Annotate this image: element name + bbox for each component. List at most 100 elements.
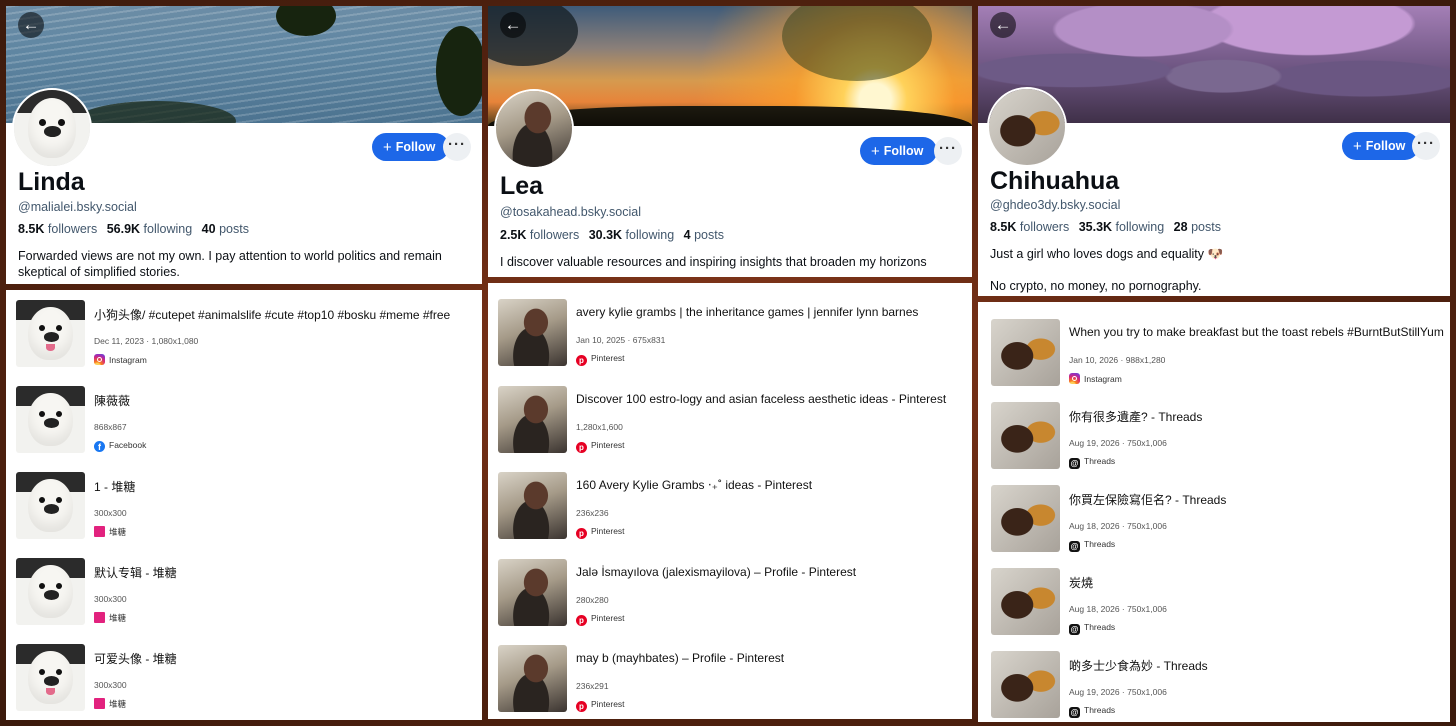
more-options-button[interactable]: ··· (934, 137, 962, 165)
plus-icon: + (1353, 138, 1362, 155)
result-thumbnail[interactable] (498, 472, 567, 539)
following-link[interactable]: 56.9K following (107, 222, 192, 236)
pinterest-icon: p (576, 442, 587, 453)
threads-icon: @ (1069, 458, 1080, 469)
result-title[interactable]: 你有很多遺產? - Threads (1069, 408, 1444, 425)
image-search-results: When you try to make breakfast but the t… (978, 302, 1450, 722)
result-source: 堆糖 (94, 526, 126, 538)
result-meta: Jan 10, 2025 · 675x831 (576, 335, 666, 345)
result-source: @ Threads (1069, 456, 1116, 469)
profile-handle: @ghdeo3dy.bsky.social (990, 198, 1121, 212)
list-item[interactable]: When you try to make breakfast but the t… (991, 319, 1444, 389)
followers-link[interactable]: 8.5K followers (18, 222, 97, 236)
followers-link[interactable]: 2.5K followers (500, 228, 579, 242)
profile-name: Lea (500, 172, 544, 200)
result-meta: 236x236 (576, 508, 609, 518)
list-item[interactable]: 陳薇薇 868x867 f Facebook (16, 386, 476, 456)
back-arrow-icon[interactable]: ← (500, 12, 526, 38)
result-title[interactable]: may b (mayhbates) – Profile - Pinterest (576, 651, 966, 665)
tangtang-icon (94, 698, 105, 709)
threads-icon: @ (1069, 707, 1080, 718)
result-source: 堆糖 (94, 698, 126, 710)
list-item[interactable]: 炭燒 Aug 18, 2026 · 750x1,006 @ Threads (991, 568, 1444, 638)
list-item[interactable]: Discover 100 estro-logy and asian facele… (498, 386, 966, 456)
facebook-icon: f (94, 441, 105, 452)
list-item[interactable]: 可爱头像 - 堆糖 300x300 堆糖 (16, 644, 476, 714)
profile-card: ← + Follow ··· Linda @malialei.bsky.socia… (6, 6, 482, 284)
list-item[interactable]: 你有很多遺產? - Threads Aug 19, 2026 · 750x1,0… (991, 402, 1444, 472)
result-title[interactable]: 你買左保險寫佢名? - Threads (1069, 491, 1444, 508)
result-title[interactable]: 160 Avery Kylie Grambs ‧₊˚ ideas - Pinte… (576, 478, 966, 492)
result-thumbnail[interactable] (991, 651, 1060, 718)
result-title[interactable]: Discover 100 estro-logy and asian facele… (576, 392, 966, 406)
follow-button[interactable]: + Follow (860, 137, 938, 165)
pinterest-icon: p (576, 355, 587, 366)
result-thumbnail[interactable] (16, 472, 85, 539)
result-meta: 236x291 (576, 681, 609, 691)
result-thumbnail[interactable] (991, 568, 1060, 635)
back-arrow-icon[interactable]: ← (18, 12, 44, 38)
profile-stats: 2.5K followers 30.3K following 4 posts (500, 228, 724, 242)
result-thumbnail[interactable] (498, 559, 567, 626)
result-thumbnail[interactable] (16, 386, 85, 453)
result-title[interactable]: 1 - 堆糖 (94, 478, 476, 495)
list-item[interactable]: Jalə İsmayılova (jalexismayilova) – Prof… (498, 559, 966, 629)
list-item[interactable]: 1 - 堆糖 300x300 堆糖 (16, 472, 476, 542)
pinterest-icon: p (576, 701, 587, 712)
result-thumbnail[interactable] (991, 319, 1060, 386)
posts-count: 4 posts (683, 228, 724, 242)
list-item[interactable]: 啲多士少食為妙 - Threads Aug 19, 2026 · 750x1,0… (991, 651, 1444, 721)
list-item[interactable]: 你買左保險寫佢名? - Threads Aug 18, 2026 · 750x1… (991, 485, 1444, 555)
result-thumbnail[interactable] (498, 386, 567, 453)
follow-button[interactable]: + Follow (1342, 132, 1420, 160)
result-source: @ Threads (1069, 539, 1116, 552)
profile-column-lea: ← + Follow ··· Lea @tosakahead.bsky.socia… (488, 6, 972, 719)
followers-link[interactable]: 8.5K followers (990, 220, 1069, 234)
posts-count: 28 posts (1173, 220, 1221, 234)
result-title[interactable]: 小狗头像/ #cutepet #animalslife #cute #top10… (94, 306, 476, 323)
result-thumbnail[interactable] (16, 644, 85, 711)
following-link[interactable]: 35.3K following (1079, 220, 1164, 234)
result-meta: Aug 18, 2026 · 750x1,006 (1069, 521, 1167, 531)
result-title[interactable]: 可爱头像 - 堆糖 (94, 650, 476, 667)
avatar[interactable] (494, 89, 574, 169)
result-title[interactable]: Jalə İsmayılova (jalexismayilova) – Prof… (576, 565, 966, 579)
result-title[interactable]: 默认专辑 - 堆糖 (94, 564, 476, 581)
result-source: @ Threads (1069, 705, 1116, 718)
result-title[interactable]: avery kylie grambs | the inheritance gam… (576, 305, 966, 319)
list-item[interactable]: 160 Avery Kylie Grambs ‧₊˚ ideas - Pinte… (498, 472, 966, 542)
result-thumbnail[interactable] (991, 485, 1060, 552)
result-title[interactable]: 啲多士少食為妙 - Threads (1069, 657, 1444, 674)
more-options-button[interactable]: ··· (1412, 132, 1440, 160)
result-thumbnail[interactable] (16, 300, 85, 367)
result-thumbnail[interactable] (16, 558, 85, 625)
list-item[interactable]: 默认专辑 - 堆糖 300x300 堆糖 (16, 558, 476, 628)
following-link[interactable]: 30.3K following (589, 228, 674, 242)
profile-card: ← + Follow ··· Chihuahua @ghdeo3dy.bsky.s… (978, 6, 1450, 296)
result-source: p Pinterest (576, 353, 625, 366)
profile-column-linda: ← + Follow ··· Linda @malialei.bsky.socia… (6, 6, 482, 720)
follow-button[interactable]: + Follow (372, 133, 450, 161)
avatar[interactable] (12, 88, 92, 168)
list-item[interactable]: avery kylie grambs | the inheritance gam… (498, 299, 966, 369)
instagram-icon (1069, 373, 1080, 384)
list-item[interactable]: may b (mayhbates) – Profile - Pinterest … (498, 645, 966, 715)
result-meta: 1,280x1,600 (576, 422, 623, 432)
result-thumbnail[interactable] (991, 402, 1060, 469)
back-arrow-icon[interactable]: ← (990, 12, 1016, 38)
result-title[interactable]: 陳薇薇 (94, 392, 476, 409)
result-source: p Pinterest (576, 699, 625, 712)
result-thumbnail[interactable] (498, 645, 567, 712)
list-item[interactable]: 小狗头像/ #cutepet #animalslife #cute #top10… (16, 300, 476, 370)
profile-bio: Forwarded views are not my own. I pay at… (18, 249, 442, 279)
result-thumbnail[interactable] (498, 299, 567, 366)
result-source: f Facebook (94, 440, 146, 452)
result-title[interactable]: When you try to make breakfast but the t… (1069, 325, 1444, 339)
profile-handle: @malialei.bsky.social (18, 200, 137, 214)
avatar[interactable] (987, 87, 1067, 167)
profile-card: ← + Follow ··· Lea @tosakahead.bsky.socia… (488, 6, 972, 277)
plus-icon: + (871, 143, 880, 160)
more-options-button[interactable]: ··· (443, 133, 471, 161)
result-title[interactable]: 炭燒 (1069, 574, 1444, 591)
profile-handle: @tosakahead.bsky.social (500, 205, 642, 219)
